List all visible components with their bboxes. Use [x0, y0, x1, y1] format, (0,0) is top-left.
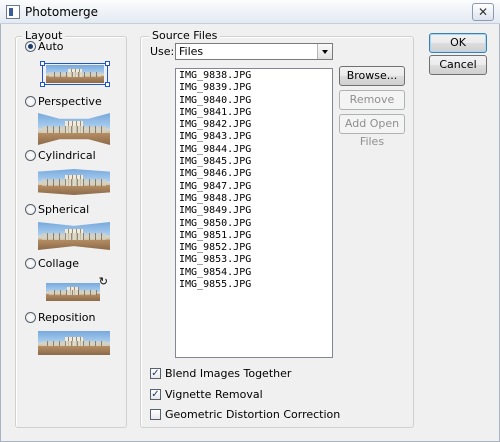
- auto-radio[interactable]: [25, 41, 36, 52]
- auto-preview-image: [40, 61, 110, 87]
- file-list-item[interactable]: IMG_9853.JPG: [179, 254, 329, 266]
- layout-option-auto[interactable]: Auto: [25, 40, 64, 53]
- vignette-removal-checkbox[interactable]: ✓: [150, 389, 161, 400]
- geometric-distortion-checkbox[interactable]: [150, 409, 161, 420]
- layout-option-perspective[interactable]: Perspective: [25, 95, 102, 108]
- auto-bounding-box: [42, 63, 108, 85]
- bbox-handle-bottom-right: [105, 82, 110, 87]
- layout-option-collage[interactable]: Collage: [25, 257, 79, 270]
- bbox-handle-top-left: [40, 61, 45, 66]
- spherical-preview-image: [38, 222, 110, 250]
- file-list-item[interactable]: IMG_9848.JPG: [179, 193, 329, 205]
- reposition-radio[interactable]: [25, 312, 36, 323]
- use-dropdown-value: Files: [179, 45, 204, 58]
- file-list-item[interactable]: IMG_9845.JPG: [179, 156, 329, 168]
- reposition-label: Reposition: [38, 311, 96, 324]
- close-button[interactable]: ✕: [472, 3, 494, 21]
- geometric-distortion-label: Geometric Distortion Correction: [165, 408, 341, 421]
- file-list-item[interactable]: IMG_9851.JPG: [179, 230, 329, 242]
- file-list-item[interactable]: IMG_9839.JPG: [179, 82, 329, 94]
- cylindrical-label: Cylindrical: [38, 149, 96, 162]
- bbox-handle-top-right: [105, 61, 110, 66]
- vignette-removal-label: Vignette Removal: [165, 388, 263, 401]
- collage-label: Collage: [38, 257, 80, 270]
- file-list-item[interactable]: IMG_9840.JPG: [179, 95, 329, 107]
- geometric-distortion-option[interactable]: Geometric Distortion Correction: [150, 408, 340, 421]
- blend-images-checkbox[interactable]: ✓: [150, 368, 161, 379]
- collage-preview-image: ↻: [42, 277, 108, 303]
- file-list-item[interactable]: IMG_9850.JPG: [179, 218, 329, 230]
- file-list-item[interactable]: IMG_9844.JPG: [179, 144, 329, 156]
- file-list-item[interactable]: IMG_9842.JPG: [179, 119, 329, 131]
- title-bar: Photomerge ✕: [0, 0, 500, 24]
- file-list-item[interactable]: IMG_9841.JPG: [179, 107, 329, 119]
- remove-button[interactable]: Remove: [339, 90, 405, 110]
- vignette-removal-option[interactable]: ✓ Vignette Removal: [150, 388, 263, 401]
- file-list-item[interactable]: IMG_9854.JPG: [179, 267, 329, 279]
- file-list-item[interactable]: IMG_9838.JPG: [179, 70, 329, 82]
- spherical-label: Spherical: [38, 203, 90, 216]
- file-list-item[interactable]: IMG_9849.JPG: [179, 205, 329, 217]
- use-label: Use:: [150, 45, 175, 58]
- file-list-item[interactable]: IMG_9852.JPG: [179, 242, 329, 254]
- layout-option-reposition[interactable]: Reposition: [25, 311, 96, 324]
- source-files-legend: Source Files: [149, 29, 221, 42]
- layout-option-spherical[interactable]: Spherical: [25, 203, 89, 216]
- window-title: Photomerge: [25, 5, 99, 19]
- perspective-label: Perspective: [38, 95, 102, 108]
- file-list[interactable]: IMG_9838.JPG IMG_9839.JPG IMG_9840.JPG IMG_…: [175, 68, 333, 358]
- file-list-item[interactable]: IMG_9846.JPG: [179, 168, 329, 180]
- layout-group: Layout Auto Perspective Cylindrical Sphe…: [15, 29, 127, 428]
- reposition-preview-image: [38, 331, 110, 355]
- layout-option-cylindrical[interactable]: Cylindrical: [25, 149, 96, 162]
- ok-button[interactable]: OK: [429, 33, 487, 53]
- perspective-preview-image: [38, 113, 110, 145]
- cylindrical-radio[interactable]: [25, 150, 36, 161]
- blend-images-option[interactable]: ✓ Blend Images Together: [150, 367, 291, 380]
- spherical-radio[interactable]: [25, 204, 36, 215]
- file-list-item[interactable]: IMG_9843.JPG: [179, 131, 329, 143]
- chevron-down-icon[interactable]: [317, 44, 332, 59]
- blend-images-label: Blend Images Together: [165, 367, 292, 380]
- file-list-item[interactable]: IMG_9855.JPG: [179, 279, 329, 291]
- bbox-handle-bottom-left: [40, 82, 45, 87]
- auto-label: Auto: [38, 40, 64, 53]
- add-open-files-button[interactable]: Add Open Files: [339, 114, 405, 148]
- perspective-radio[interactable]: [25, 96, 36, 107]
- use-dropdown[interactable]: Files: [175, 43, 333, 60]
- collage-radio[interactable]: [25, 258, 36, 269]
- photomerge-app-icon: [6, 5, 20, 19]
- file-list-item[interactable]: IMG_9847.JPG: [179, 181, 329, 193]
- cylindrical-preview-image: [38, 169, 110, 195]
- cancel-button[interactable]: Cancel: [429, 55, 487, 75]
- browse-button[interactable]: Browse...: [339, 66, 405, 86]
- rotate-arrow-icon: ↻: [98, 277, 108, 288]
